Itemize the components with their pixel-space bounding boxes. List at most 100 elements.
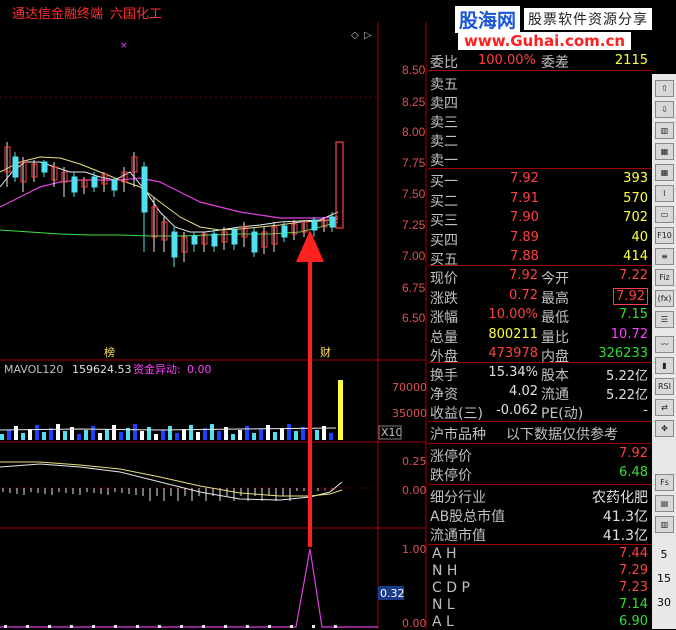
related-label: C D P	[432, 580, 470, 596]
list-icon[interactable]: ☰	[655, 311, 674, 328]
fund-label: 换手	[430, 368, 458, 384]
macd-icon[interactable]: ▮	[655, 357, 674, 374]
crosshair-marker-icon: ×	[120, 41, 128, 51]
sell-level-3[interactable]: 卖三	[430, 112, 458, 132]
volume-bar	[189, 425, 193, 440]
volume-bar	[329, 433, 333, 440]
volume-bar-today[interactable]	[338, 380, 343, 440]
volume-bar	[154, 434, 158, 440]
volume-bar	[147, 427, 151, 440]
sell-level-1[interactable]: 卖一	[430, 150, 458, 170]
grid-icon[interactable]: ▦	[655, 164, 674, 181]
volume-bar	[182, 429, 186, 440]
fund-label-2: 流通	[541, 387, 569, 403]
volume-bar	[259, 429, 263, 440]
volume-bar	[231, 434, 235, 440]
marker-bang[interactable]: 榜	[104, 345, 115, 359]
stock-name[interactable]: 六国化工	[110, 3, 162, 22]
volume-bar	[140, 431, 144, 440]
kline-chart[interactable]: 8.50 8.25 8.00 7.75 7.50 7.25 7.00 6.75 …	[0, 22, 428, 629]
stat-label: 现价	[430, 271, 458, 287]
fs-icon[interactable]: Fs	[655, 474, 674, 491]
sort-icon[interactable]: ≡	[655, 248, 674, 265]
price-tick: 7.75	[402, 156, 426, 170]
buy-level-volume: 702	[623, 210, 648, 225]
chevron-right-icon[interactable]: ▷	[364, 30, 372, 41]
period-15[interactable]: 15	[652, 572, 676, 585]
bottom-dot	[246, 625, 249, 628]
doc-icon[interactable]: ▤	[655, 495, 674, 512]
table-icon[interactable]: ▦	[655, 143, 674, 160]
related-label: A L	[432, 614, 454, 630]
bottom-dot	[26, 625, 29, 628]
period-5[interactable]: 5	[652, 548, 676, 561]
candle-body	[329, 216, 336, 228]
swap-icon[interactable]: ⇄	[655, 399, 674, 416]
bar-chart-icon[interactable]: ▥	[655, 122, 674, 139]
related-value: 7.14	[619, 597, 648, 612]
bottom-tick: 1.00	[402, 543, 427, 556]
trend-icon[interactable]: 〰	[655, 336, 674, 353]
stat-label: 总量	[430, 329, 458, 346]
stat-label-2: 内盘	[541, 349, 569, 365]
stat-value: 10.00%	[488, 307, 538, 322]
weibi-value: 100.00%	[478, 53, 536, 68]
volume-bar	[63, 431, 67, 440]
chart-small-icon[interactable]: ▥	[655, 516, 674, 533]
candle-body	[91, 176, 98, 188]
limit-value: 6.48	[619, 465, 648, 480]
candle-body	[41, 161, 48, 173]
sell-level-2[interactable]: 卖二	[430, 131, 458, 151]
related-value: 7.29	[619, 563, 648, 578]
line-chart-icon[interactable]: ⌇	[655, 185, 674, 202]
period-30[interactable]: 30	[652, 596, 676, 609]
diamond-icon[interactable]: ◇	[351, 30, 359, 41]
stat-value-2: 7.22	[619, 268, 648, 283]
bottom-dot	[92, 625, 95, 628]
fund-label-2: 股本	[541, 368, 569, 384]
fund-value: 15.34%	[488, 365, 538, 380]
stat-value-2: 326233	[598, 346, 648, 361]
stat-label: 外盘	[430, 349, 458, 365]
volume-bar	[287, 424, 291, 440]
buy-level-volume: 393	[623, 171, 648, 186]
industry-label: AB股总市值	[430, 509, 506, 525]
fund-label: 收益(三)	[430, 406, 483, 422]
arrow-down-icon[interactable]: ⇩	[655, 101, 674, 118]
sell-level-5[interactable]: 卖五	[430, 74, 458, 94]
vol-tick: 35000	[392, 407, 427, 420]
formula-icon[interactable]: (fx)	[655, 290, 674, 307]
macd-tick: 0.25	[402, 455, 427, 468]
sell-level-4[interactable]: 卖四	[430, 93, 458, 113]
buy-level-label: 买五	[430, 252, 458, 268]
volume-bar	[133, 424, 137, 440]
price-tick: 6.50	[402, 311, 426, 325]
volume-bar	[161, 430, 165, 440]
price-tick: 8.50	[402, 63, 426, 77]
fund-value-2: 5.22亿	[606, 388, 648, 403]
volume-bar	[280, 428, 284, 440]
vol-indicator: MAVOL120	[4, 363, 63, 376]
fund-label: 净资	[430, 387, 458, 403]
rsi-icon[interactable]: RSI	[655, 378, 674, 395]
fiz-icon[interactable]: Fiz	[655, 269, 674, 286]
industry-label: 流通市值	[430, 528, 486, 544]
volume-bar	[245, 426, 249, 440]
buy-level-volume: 40	[631, 229, 648, 245]
marker-cai[interactable]: 财	[320, 345, 331, 359]
bottom-dot	[334, 625, 337, 628]
bottom-dot	[70, 625, 73, 628]
fund-value-2: -	[643, 403, 648, 418]
f10-icon[interactable]: F10	[655, 227, 674, 244]
volume-bar	[252, 433, 256, 440]
limit-label: 跌停价	[430, 468, 472, 484]
move-icon[interactable]: ✥	[655, 420, 674, 437]
vol-indicator-value: 159624.53	[72, 363, 132, 376]
window-icon[interactable]: ▭	[655, 206, 674, 223]
arrow-up-icon[interactable]: ⇧	[655, 80, 674, 97]
fund-value: 4.02	[509, 384, 538, 399]
volume-unit: X10	[381, 426, 403, 439]
volume-bar	[217, 431, 221, 440]
related-label: A H	[432, 546, 457, 562]
volume-bar	[175, 433, 179, 440]
